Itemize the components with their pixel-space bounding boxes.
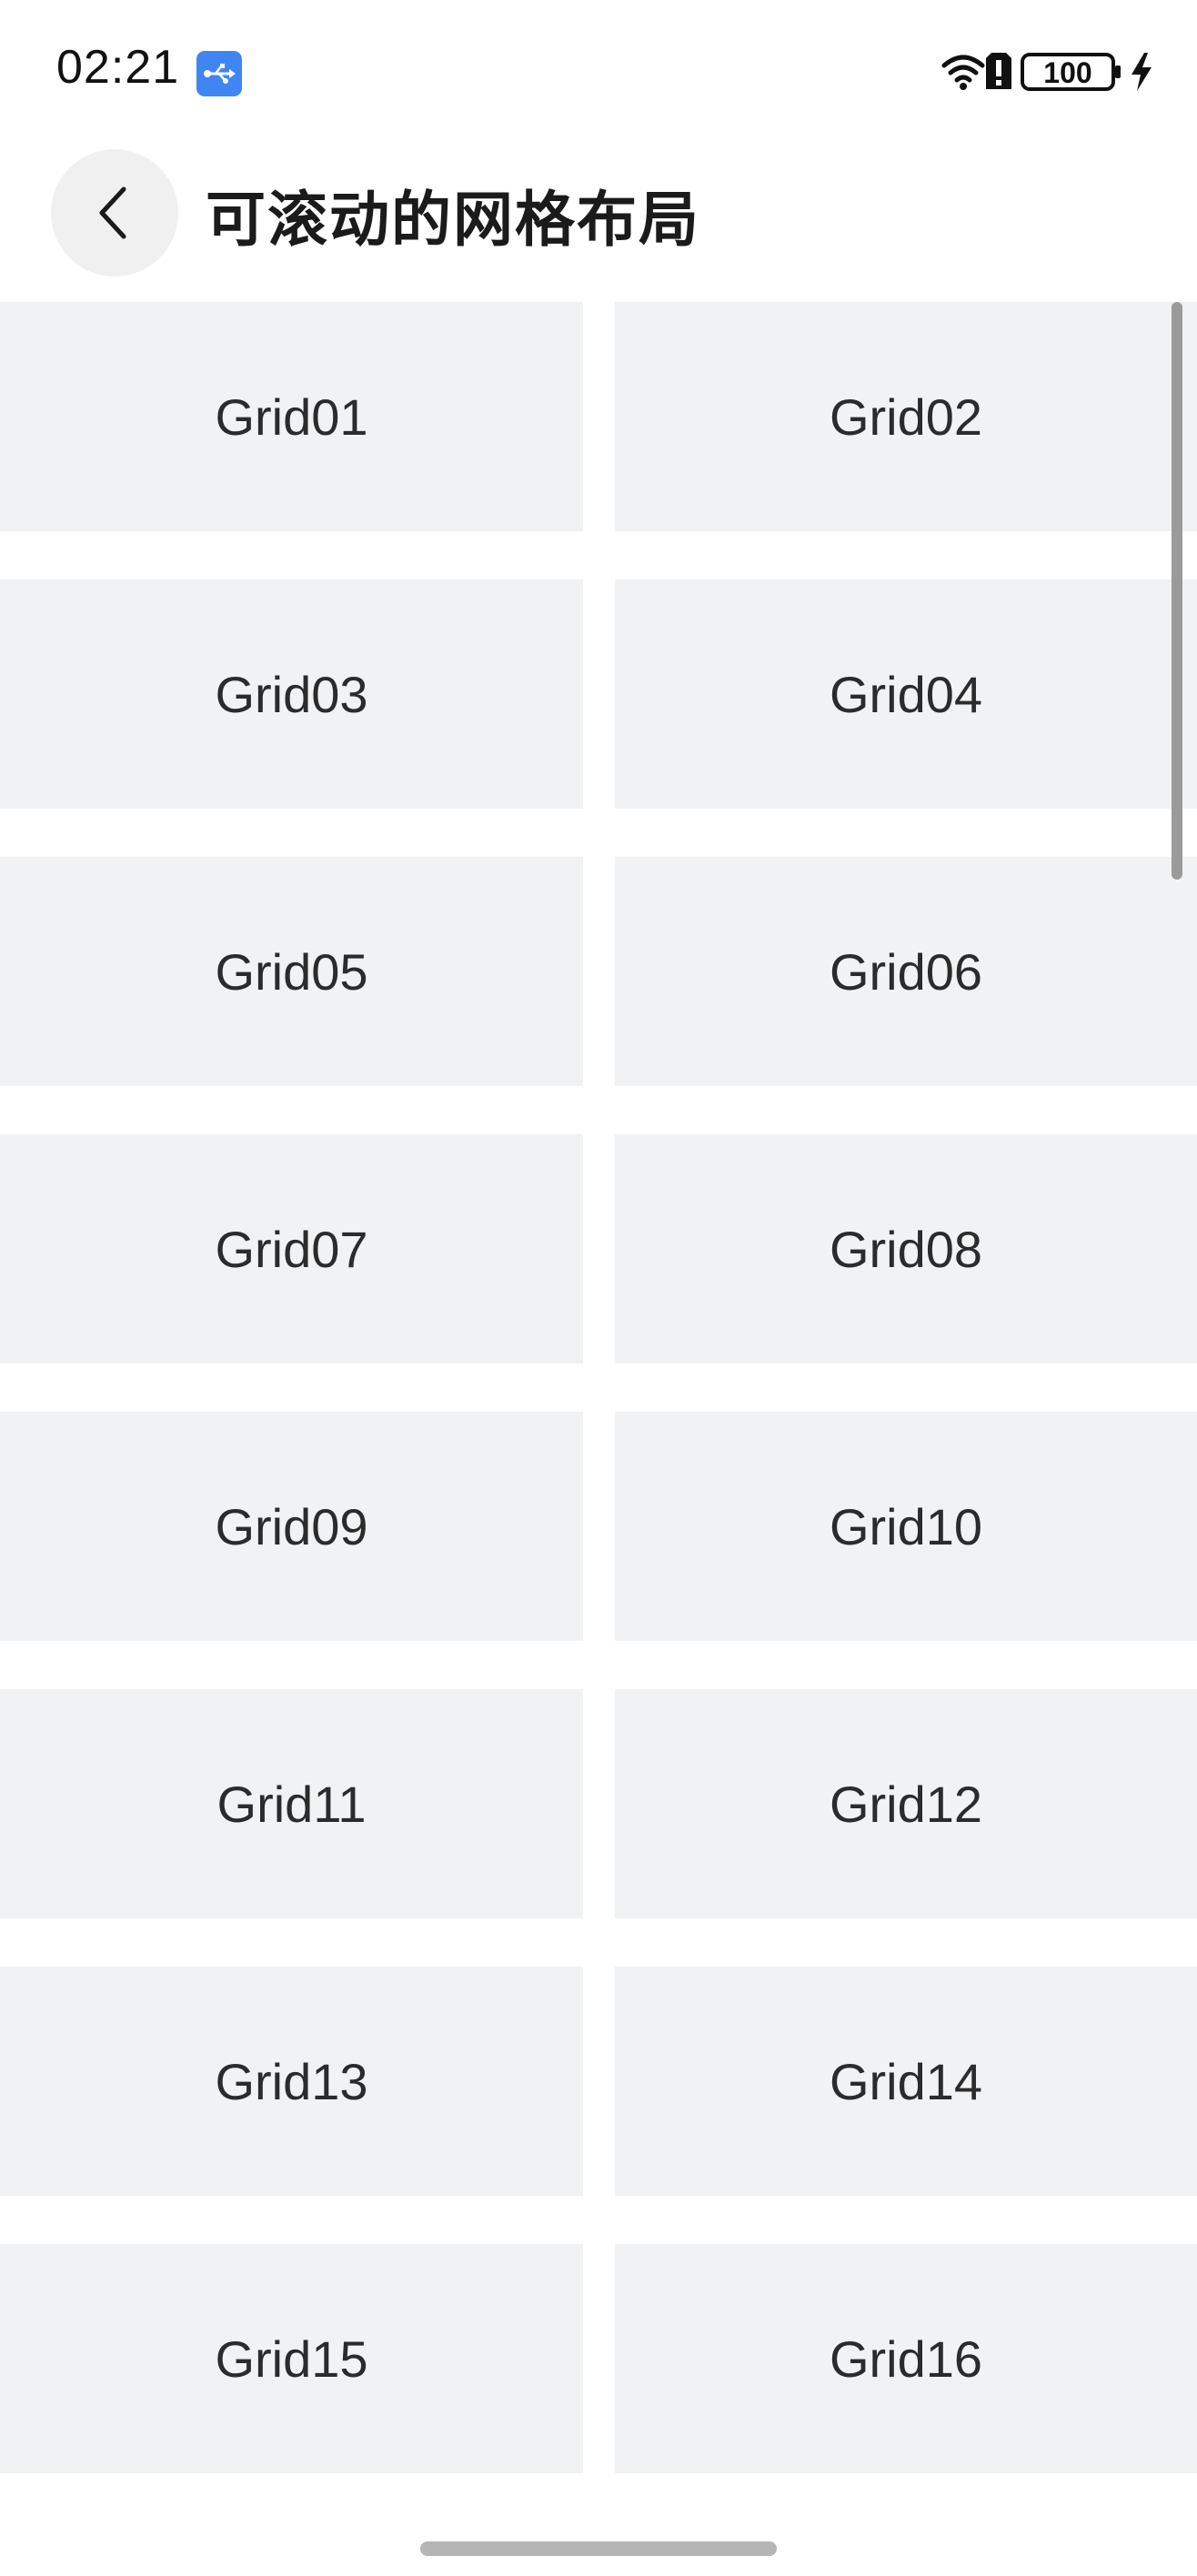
home-indicator[interactable] — [420, 2541, 777, 2556]
grid: Grid01 Grid02 Grid03 Grid04 Grid05 Grid06 Grid… — [0, 302, 1197, 2473]
scrollbar[interactable] — [1172, 302, 1182, 880]
grid-item[interactable]: Grid04 — [615, 579, 1197, 809]
grid-item[interactable]: Grid12 — [615, 1689, 1197, 1918]
grid-item[interactable]: Grid03 — [0, 579, 583, 809]
alert-icon — [984, 51, 1013, 95]
status-time: 02:21 — [56, 41, 180, 94]
usb-icon — [196, 51, 242, 96]
wifi-icon — [940, 51, 986, 95]
grid-item[interactable]: Grid01 — [0, 302, 583, 531]
back-button[interactable] — [51, 149, 178, 277]
grid-item[interactable]: Grid08 — [615, 1134, 1197, 1363]
grid-item[interactable]: Grid15 — [0, 2244, 583, 2473]
grid-item[interactable]: Grid06 — [615, 857, 1197, 1086]
grid-scroll-container[interactable]: Grid01 Grid02 Grid03 Grid04 Grid05 Grid06 Grid… — [0, 302, 1197, 2476]
grid-item[interactable]: Grid14 — [615, 1967, 1197, 2196]
grid-item[interactable]: Grid05 — [0, 857, 583, 1086]
battery-level: 100 — [1043, 56, 1091, 89]
battery-icon: 100 — [1021, 51, 1126, 96]
status-bar: 02:21 100 — [0, 0, 1197, 136]
charging-icon — [1130, 51, 1153, 96]
grid-item[interactable]: Grid07 — [0, 1134, 583, 1363]
page-title: 可滚动的网格布局 — [206, 185, 700, 255]
grid-item[interactable]: Grid16 — [615, 2244, 1197, 2473]
grid-item[interactable]: Grid02 — [615, 302, 1197, 531]
app-header: 可滚动的网格布局 — [0, 136, 1197, 300]
grid-item[interactable]: Grid10 — [615, 1412, 1197, 1641]
chevron-left-icon — [99, 186, 126, 239]
grid-item[interactable]: Grid11 — [0, 1689, 583, 1918]
grid-item[interactable]: Grid09 — [0, 1412, 583, 1641]
grid-item[interactable]: Grid13 — [0, 1967, 583, 2196]
